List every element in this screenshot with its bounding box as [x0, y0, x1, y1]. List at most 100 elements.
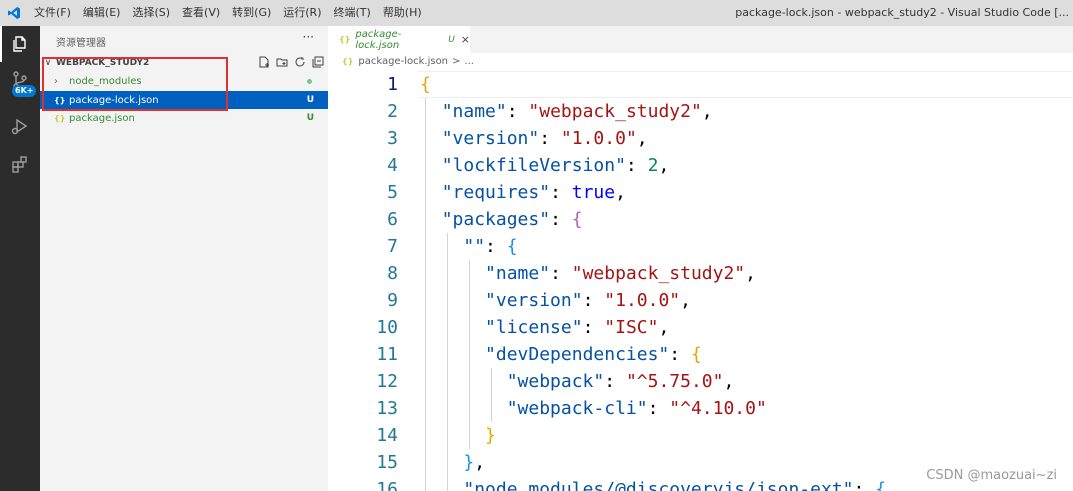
extensions-icon[interactable]: [0, 146, 40, 182]
code-token: ,: [723, 371, 735, 392]
json-file-icon: {}: [339, 35, 351, 44]
code-token: }: [463, 452, 475, 473]
code-line: 13 "webpack-cli": "^4.10.0": [328, 395, 1073, 422]
line-content: },: [420, 449, 485, 476]
code-token: :: [647, 398, 670, 419]
menu-item[interactable]: 终端(T): [328, 0, 377, 26]
line-number: 6: [387, 209, 398, 230]
code-line: 1{: [328, 71, 1073, 98]
breadcrumb-more[interactable]: ...: [464, 56, 474, 67]
code-line: 9 "version": "1.0.0",: [328, 287, 1073, 314]
code-token: :: [853, 479, 876, 491]
code-token: }: [485, 425, 496, 446]
code-token: "packages": [441, 209, 551, 230]
code-line: 12 "webpack": "^5.75.0",: [328, 368, 1073, 395]
more-actions-icon[interactable]: ···: [303, 30, 314, 44]
code-token: ,: [658, 155, 670, 176]
code-token: :: [582, 290, 605, 311]
line-number: 13: [376, 398, 398, 419]
code-editor[interactable]: 1{2 "name": "webpack_study2", 3 "version"…: [328, 71, 1073, 491]
code-line: 10 "license": "ISC",: [328, 314, 1073, 341]
tab-package-lock-json[interactable]: {} package-lock.json U ×: [328, 26, 470, 53]
menu-item[interactable]: 查看(V): [176, 0, 226, 26]
activity-bar: 6K+: [0, 26, 40, 491]
code-token: "devDependencies": [485, 344, 670, 365]
menu-item[interactable]: 文件(F): [28, 0, 77, 26]
annotation-highlight-box: [42, 57, 228, 111]
code-token: :: [550, 263, 572, 284]
menu-item[interactable]: 运行(R): [277, 0, 327, 26]
code-token: true: [571, 182, 616, 203]
code-line: 6 "packages": {: [328, 206, 1073, 233]
line-content: "node_modules/@discoveryjs/json-ext": {: [420, 476, 886, 491]
code-token: "name": [485, 263, 551, 284]
explorer-actions: [257, 55, 324, 68]
code-token: "requires": [441, 182, 551, 203]
line-number: 5: [387, 182, 398, 203]
menu-item[interactable]: 编辑(E): [77, 0, 127, 26]
line-number: 9: [387, 290, 398, 311]
code-token: {: [420, 74, 431, 95]
code-token: "": [463, 236, 486, 257]
menu-item[interactable]: 选择(S): [126, 0, 176, 26]
new-folder-icon[interactable]: [275, 55, 288, 68]
line-content: "version": "1.0.0",: [420, 287, 691, 314]
code-token: "^4.10.0": [669, 398, 767, 419]
code-line: 3 "version": "1.0.0",: [328, 125, 1073, 152]
menu-item[interactable]: 帮助(H): [377, 0, 428, 26]
code-token: :: [550, 182, 572, 203]
tab-bar: {} package-lock.json U ×: [328, 26, 1073, 53]
code-token: ,: [680, 290, 691, 311]
code-token: "webpack": [506, 371, 605, 392]
line-content: "webpack": "^5.75.0",: [420, 368, 735, 395]
line-number: 16: [376, 479, 398, 491]
line-content: "license": "ISC",: [420, 314, 669, 341]
explorer-icon[interactable]: [0, 26, 40, 62]
title-bar: 文件(F) 编辑(E) 选择(S) 查看(V) 转到(G) 运行(R) 终端(T) 帮助(H)…: [0, 0, 1073, 26]
refresh-icon[interactable]: [293, 55, 306, 68]
breadcrumb: {} package-lock.json > ...: [342, 56, 474, 67]
close-icon[interactable]: ×: [461, 33, 470, 46]
code-token: "1.0.0": [604, 290, 681, 311]
code-token: :: [506, 101, 529, 122]
line-number: 4: [387, 155, 398, 176]
code-token: :: [669, 344, 691, 365]
code-token: ,: [745, 263, 756, 284]
new-file-icon[interactable]: [257, 55, 270, 68]
breadcrumb-file[interactable]: package-lock.json: [358, 56, 448, 67]
line-number: 15: [376, 452, 398, 473]
tree-item-package-json[interactable]: {} package.json U: [40, 109, 328, 127]
line-content: "name": "webpack_study2",: [420, 260, 756, 287]
line-number: 12: [376, 371, 398, 392]
modified-dot-icon: [307, 78, 312, 84]
code-line: 11 "devDependencies": {: [328, 341, 1073, 368]
current-line-highlight: [418, 71, 1073, 98]
code-token: :: [582, 317, 605, 338]
line-content: {: [420, 71, 431, 98]
code-token: :: [604, 371, 626, 392]
code-token: "name": [441, 101, 507, 122]
breadcrumb-separator: >: [452, 56, 461, 67]
code-token: "version": [485, 290, 583, 311]
explorer-header: 资源管理器: [56, 38, 106, 49]
code-token: :: [539, 128, 561, 149]
line-content: "packages": {: [420, 206, 583, 233]
line-content: "": {: [420, 233, 517, 260]
code-token: ,: [636, 128, 648, 149]
run-debug-icon[interactable]: [0, 108, 40, 144]
code-line: 7 "": {: [328, 233, 1073, 260]
line-number: 10: [376, 317, 398, 338]
code-token: {: [571, 209, 583, 230]
collapse-all-icon[interactable]: [311, 55, 324, 68]
json-file-icon: {}: [54, 113, 66, 123]
line-number: 11: [376, 344, 398, 365]
menu-item[interactable]: 转到(G): [226, 0, 277, 26]
code-token: "license": [485, 317, 583, 338]
